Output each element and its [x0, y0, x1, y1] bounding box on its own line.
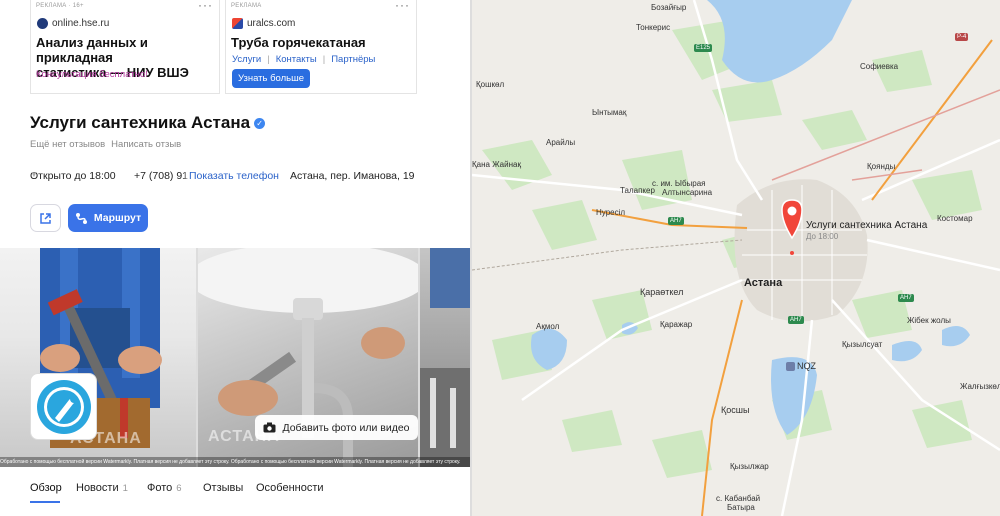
tab-count: 1: [122, 483, 128, 494]
map-label: Қосшы: [721, 405, 750, 415]
page-title: Услуги сантехника Астана ✓: [30, 113, 266, 133]
road-shield: E125: [694, 44, 713, 52]
map-label: Талапкер: [620, 186, 655, 195]
org-name: Услуги сантехника Астана: [30, 113, 251, 132]
tab-count: 6: [176, 483, 182, 494]
verified-icon: ✓: [254, 117, 266, 129]
tab-reviews[interactable]: Отзывы: [203, 482, 243, 494]
tab-label: Фото: [147, 482, 173, 494]
map-label: с. им. Ыбырая: [652, 179, 706, 188]
tab-overview[interactable]: Обзор: [30, 482, 62, 494]
road-shield: АН7: [788, 316, 804, 324]
route-button[interactable]: Маршрут: [68, 204, 148, 232]
separator: |: [267, 54, 270, 65]
address-text[interactable]: Астана, пер. Иманова, 19: [290, 170, 415, 182]
airplane-icon: [786, 361, 795, 371]
map-label: Арайлы: [546, 138, 576, 147]
phone-number: +7 (708) 91: [134, 170, 188, 182]
map-label: Алтынсарина: [662, 188, 713, 197]
map-label: Ынтымақ: [592, 108, 627, 117]
ad-title[interactable]: Труба горячекатаная: [231, 35, 366, 50]
add-media-label: Добавить фото или видео: [282, 421, 410, 434]
map-label: Жалғызкөл: [960, 382, 1000, 391]
tools-photo: [420, 248, 472, 467]
map-label: Қызылжар: [730, 462, 769, 471]
gallery-photo[interactable]: [420, 248, 472, 467]
ad-source: online.hse.ru: [37, 18, 109, 29]
ad-card-uralcs[interactable]: РЕКЛАМА ··· uralcs.com Труба горячекатан…: [225, 0, 417, 94]
map-label: Жібек жолы: [907, 316, 951, 325]
ad-links: Услуги | Контакты | Партнёры: [232, 54, 375, 65]
tab-photos[interactable]: Фото 6: [147, 482, 182, 494]
map-label: Софиевка: [860, 62, 899, 71]
map-label: с. Кабанбай: [716, 494, 761, 503]
org-tabs: Обзор Новости 1 Фото 6 Отзывы Особенности: [30, 482, 450, 506]
organization-panel: РЕКЛАМА · 16+ ··· online.hse.ru Анализ д…: [0, 0, 472, 516]
share-button[interactable]: [30, 204, 61, 232]
active-tab-indicator: [30, 501, 60, 503]
uralcs-logo-icon: [232, 18, 243, 29]
route-icon: [75, 212, 87, 224]
tab-features[interactable]: Особенности: [256, 482, 324, 494]
map-canvas: [472, 0, 1000, 516]
ad-link-partners[interactable]: Партнёры: [331, 54, 375, 65]
map-label: Нуресіл: [596, 208, 626, 217]
marker-subtitle: До 18:00: [806, 232, 839, 241]
city-label: Астана: [744, 277, 783, 289]
road-shield: АН7: [898, 294, 914, 302]
hse-logo-icon: [37, 18, 48, 29]
ad-card-hse[interactable]: РЕКЛАМА · 16+ ··· online.hse.ru Анализ д…: [30, 0, 220, 94]
ad-label: РЕКЛАМА · 16+: [36, 3, 84, 9]
camera-icon: [263, 422, 276, 433]
reviews-line: Ещё нет отзывов Написать отзыв: [30, 139, 181, 150]
map-label: Қаражар: [660, 320, 693, 329]
watermark-strip: Обработано с помощью бесплатной версии W…: [0, 457, 472, 467]
map-label: Қана Жайнақ: [472, 160, 521, 169]
ad-label: РЕКЛАМА: [231, 3, 262, 9]
map-label: Қошкөл: [476, 80, 505, 89]
airport-marker[interactable]: NQZ: [786, 361, 816, 371]
map-label: Тонкерис: [636, 23, 671, 32]
more-icon[interactable]: ···: [198, 0, 213, 12]
map-label: Костомар: [937, 214, 973, 223]
marker-title[interactable]: Услуги сантехника Астана: [806, 220, 927, 231]
show-phone-link[interactable]: Показать телефон: [189, 170, 279, 182]
ad-source-domain: uralcs.com: [247, 18, 296, 29]
ad-source-domain: online.hse.ru: [52, 18, 110, 29]
add-media-button[interactable]: Добавить фото или видео: [255, 415, 418, 440]
tab-label: Обзор: [30, 482, 62, 494]
share-icon: [40, 212, 51, 224]
map-label: Батыра: [727, 503, 755, 512]
tab-label: Особенности: [256, 482, 324, 494]
tab-news[interactable]: Новости 1: [76, 482, 128, 494]
org-info: Открыто до 18:00 ▼ +7 (708) 91 Показать …: [30, 170, 450, 184]
map-view[interactable]: Бозайғыр Тонкерис Софиевка Қошкөл Ынтыма…: [472, 0, 1000, 516]
write-review-link[interactable]: Написать отзыв: [111, 139, 181, 150]
chevron-down-icon: ▼: [30, 170, 38, 179]
wrench-logo-icon: [36, 379, 91, 434]
org-logo: [30, 373, 97, 440]
ad-link-services[interactable]: Услуги: [232, 54, 261, 65]
road-shield: Р-4: [955, 33, 969, 41]
ad-source: uralcs.com: [232, 18, 295, 29]
route-label: Маршрут: [93, 212, 142, 224]
map-label: Ақмол: [536, 322, 560, 331]
road-shield: АН7: [668, 217, 684, 225]
tab-label: Отзывы: [203, 482, 244, 494]
ad-note: Консультация бесплатно!: [36, 69, 148, 80]
ad-link-contacts[interactable]: Контакты: [276, 54, 317, 65]
map-label: Бозайғыр: [651, 3, 687, 12]
airport-code: NQZ: [797, 361, 816, 371]
hours-text: Открыто до 18:00: [30, 170, 116, 182]
more-icon[interactable]: ···: [395, 0, 410, 12]
no-reviews-text: Ещё нет отзывов: [30, 139, 106, 150]
ad-title-line: Анализ данных и прикладная: [36, 35, 148, 65]
map-label: Қызылсуат: [842, 340, 883, 349]
map-label: Қараөткел: [640, 287, 684, 297]
separator: |: [322, 54, 326, 65]
map-label: Қоянды: [867, 162, 896, 171]
tab-label: Новости: [76, 482, 119, 494]
learn-more-button[interactable]: Узнать больше: [232, 69, 311, 88]
